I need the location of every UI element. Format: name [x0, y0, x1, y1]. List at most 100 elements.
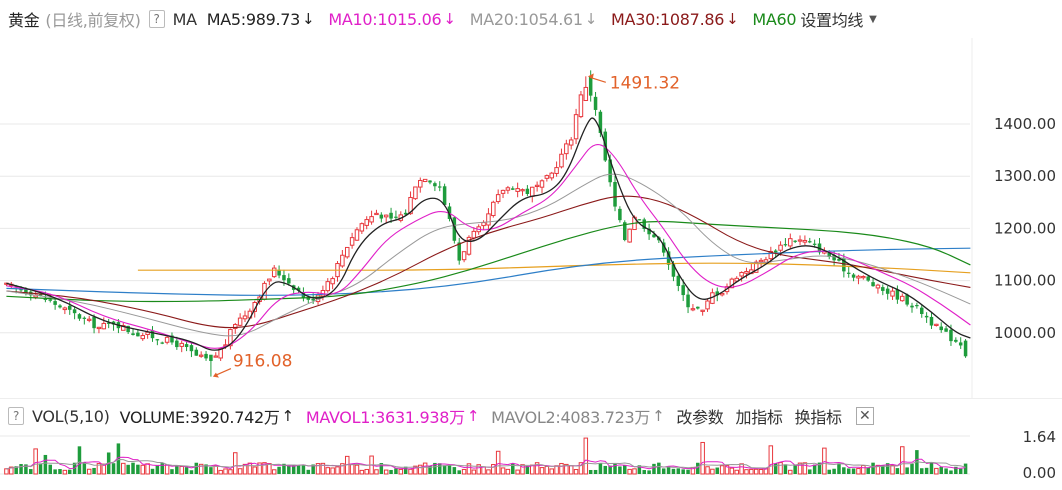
candle-body	[613, 182, 617, 207]
candle-body	[963, 340, 968, 357]
candle	[140, 332, 146, 341]
candle	[910, 302, 914, 313]
candle-body	[155, 339, 160, 341]
candle	[881, 284, 885, 296]
volume-bar	[389, 469, 393, 474]
volume-bar	[394, 468, 398, 474]
volume-bar	[447, 465, 452, 474]
close-icon[interactable]: ✕	[855, 407, 874, 425]
volume-bar	[588, 469, 593, 474]
candle	[354, 227, 360, 241]
volume-bar	[354, 464, 360, 475]
volume-bar	[111, 463, 116, 474]
candle	[705, 298, 710, 312]
volume-bar	[705, 466, 710, 475]
candle-body	[495, 194, 501, 203]
ma-settings-button[interactable]: 设置均线	[800, 7, 863, 31]
volume-bar	[140, 464, 146, 475]
volume-bar	[744, 469, 749, 475]
candle	[690, 304, 696, 312]
candle	[155, 339, 160, 346]
candle-body	[954, 339, 958, 342]
volume-bar	[121, 462, 126, 475]
candle-body	[344, 246, 350, 258]
volume-bar	[194, 462, 199, 474]
candle	[559, 148, 564, 169]
candle	[578, 90, 584, 119]
candle-body	[915, 305, 919, 307]
help-icon[interactable]: ?	[148, 10, 165, 28]
candle	[793, 240, 797, 244]
volume-bar	[812, 464, 817, 474]
candle	[900, 293, 905, 302]
candle-body	[705, 300, 710, 310]
candle	[53, 298, 57, 310]
volume-bar	[773, 463, 778, 474]
y-tick-label: 1200.00	[994, 219, 1056, 237]
candle-body	[500, 189, 506, 194]
candle-body	[593, 96, 598, 110]
candle	[237, 313, 243, 327]
candle	[495, 189, 501, 204]
ma30-value: MA30:1087.86	[611, 9, 725, 29]
volume-bar	[306, 469, 311, 474]
mavol1-value: MAVOL1:3631.938万	[305, 408, 465, 427]
volume-bar	[77, 446, 82, 474]
candle	[686, 288, 690, 314]
candle-body	[209, 354, 213, 361]
volume-bar	[67, 469, 72, 474]
volume-bar	[422, 462, 428, 475]
candle-body	[374, 212, 379, 216]
candlestick-chart[interactable]: 1400.00 1300.00 1200.00 1100.00 1000.00 1491.…	[0, 38, 1062, 398]
candle-body	[287, 278, 291, 284]
candle-body	[101, 322, 107, 330]
switch-indicator-button[interactable]: 换指标	[795, 404, 842, 428]
volume-bar	[890, 464, 895, 475]
candle	[359, 222, 365, 234]
candle-body	[568, 139, 574, 146]
volume-bar	[905, 467, 909, 474]
candle-body	[783, 244, 788, 246]
vol-y-tick-label: 1.64	[1023, 430, 1056, 446]
candle	[797, 235, 803, 245]
add-indicator-button[interactable]: 加指标	[736, 404, 783, 428]
volume-arrow-icon: ↑	[281, 407, 295, 425]
volume-bar	[788, 469, 793, 475]
candle-body	[433, 183, 437, 187]
candle-body	[511, 188, 515, 190]
edit-params-button[interactable]: 改参数	[676, 404, 723, 428]
volume-bar	[661, 468, 666, 474]
candle-body	[958, 342, 963, 346]
volume-chart[interactable]: 1.64 0.00	[0, 430, 1062, 490]
candle-body	[686, 294, 690, 308]
candle	[549, 171, 554, 181]
volume-bar	[33, 448, 38, 475]
candle	[944, 325, 948, 332]
volume-header: ? VOL(5,10) VOLUME:3920.742万 ↑ MAVOL1:36…	[0, 398, 1062, 433]
candle-body	[340, 254, 345, 267]
stock-title: 黄金	[8, 11, 40, 30]
candle	[861, 275, 866, 280]
volume-bar	[934, 467, 939, 475]
volume-help-icon[interactable]: ?	[8, 407, 24, 425]
low-annotation-label: 916.08	[233, 352, 292, 372]
volume-bar	[919, 468, 924, 474]
volume-bar	[758, 468, 764, 475]
candle	[583, 76, 589, 102]
adjust-mode-label[interactable]: (日线,前复权)	[45, 7, 140, 31]
candle-body	[359, 223, 365, 232]
candle	[340, 249, 345, 268]
candle-body	[422, 178, 428, 183]
candle-body	[136, 332, 140, 337]
volume-bar	[719, 465, 725, 475]
volume-bar	[296, 465, 301, 474]
mavol-line	[6, 456, 966, 470]
candle	[209, 354, 213, 377]
volume-bar	[681, 469, 685, 474]
candle-body	[890, 290, 895, 297]
candle-body	[525, 188, 530, 194]
volume-bar	[623, 464, 627, 474]
candle	[783, 238, 788, 247]
candle-body	[875, 284, 881, 289]
chevron-down-icon[interactable]: ▼	[869, 14, 877, 25]
